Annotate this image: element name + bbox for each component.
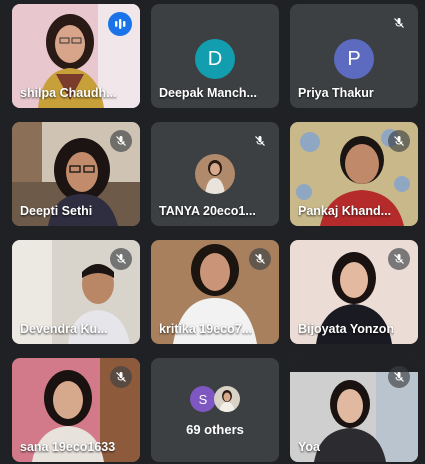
participant-tile-tanya[interactable]: TANYA 20eco1... — [151, 122, 279, 226]
mic-off-icon — [388, 12, 410, 34]
participant-name: kritika 19eco7... — [159, 322, 253, 336]
participant-name: Yoa — [298, 440, 320, 454]
participant-tile-kritika[interactable]: kritika 19eco7... — [151, 240, 279, 344]
mic-off-icon — [110, 130, 132, 152]
participant-tile-yoa[interactable]: Yoa — [290, 358, 418, 462]
others-avatars: S — [151, 386, 279, 412]
avatar — [195, 154, 235, 194]
mic-off-icon — [249, 248, 271, 270]
participant-name: shilpa Chaudh... — [20, 86, 117, 100]
participant-name: Deepak Manch... — [159, 86, 257, 100]
participant-tile-pankaj[interactable]: Pankaj Khand... — [290, 122, 418, 226]
participant-name: Pankaj Khand... — [298, 204, 392, 218]
avatar: D — [195, 39, 235, 79]
mic-off-icon — [110, 248, 132, 270]
participant-name: TANYA 20eco1... — [159, 204, 256, 218]
mic-off-icon — [110, 366, 132, 388]
mic-off-icon — [388, 366, 410, 388]
mic-off-icon — [388, 130, 410, 152]
mic-off-icon — [388, 248, 410, 270]
avatar — [214, 386, 240, 412]
avatar: S — [190, 386, 216, 412]
avatar: P — [334, 39, 374, 79]
speaking-indicator-icon — [108, 12, 132, 36]
participant-tile-bijoyata[interactable]: Bijoyata Yonzon — [290, 240, 418, 344]
others-count-label: 69 others — [186, 422, 244, 437]
participant-tile-priya[interactable]: P Priya Thakur — [290, 4, 418, 108]
participant-tile-deepti[interactable]: Deepti Sethi — [12, 122, 140, 226]
participant-name: sana 19eco1633 — [20, 440, 116, 454]
participant-tile-shilpa[interactable]: shilpa Chaudh... — [12, 4, 140, 108]
participant-name: Priya Thakur — [298, 86, 374, 100]
participant-name: Deepti Sethi — [20, 204, 93, 218]
participant-name: Bijoyata Yonzon — [298, 322, 395, 336]
participant-name: Devendra Ku... — [20, 322, 108, 336]
mic-off-icon — [249, 130, 271, 152]
others-tile[interactable]: S 69 others — [151, 358, 279, 462]
participant-tile-sana[interactable]: sana 19eco1633 — [12, 358, 140, 462]
participant-tile-deepak[interactable]: D Deepak Manch... — [151, 4, 279, 108]
participant-tile-devendra[interactable]: Devendra Ku... — [12, 240, 140, 344]
